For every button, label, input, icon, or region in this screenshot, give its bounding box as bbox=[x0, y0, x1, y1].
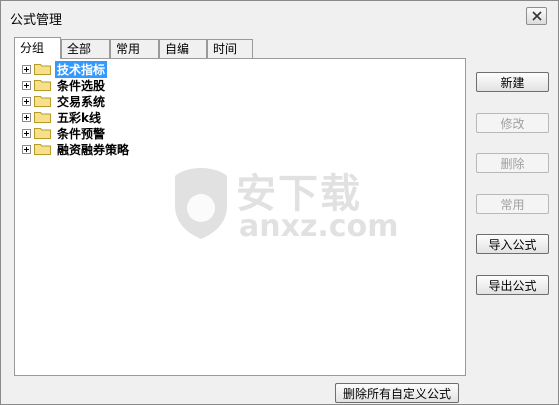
window-title: 公式管理 bbox=[10, 13, 63, 28]
tree-item-label: 条件预警 bbox=[57, 126, 106, 141]
tree-item-label: 五彩k线 bbox=[57, 110, 101, 125]
expand-icon[interactable] bbox=[22, 80, 31, 90]
expand-icon[interactable] bbox=[22, 144, 31, 154]
folder-icon bbox=[34, 96, 51, 107]
tab-all[interactable]: 全部 bbox=[61, 39, 110, 58]
import-formula-button[interactable]: 导入公式 bbox=[476, 234, 549, 254]
expand-icon[interactable] bbox=[22, 112, 31, 122]
tree-item-colored-kline[interactable]: 五彩k线 bbox=[22, 109, 103, 125]
tree-item-trading-system[interactable]: 交易系统 bbox=[22, 93, 107, 109]
new-button[interactable]: 新建 bbox=[476, 72, 549, 92]
folder-icon bbox=[34, 112, 51, 123]
common-button[interactable]: 常用 bbox=[476, 194, 549, 214]
folder-icon bbox=[34, 80, 51, 91]
tree-item-condition-alert[interactable]: 条件预警 bbox=[22, 125, 107, 141]
tree-item-label: 融资融券策略 bbox=[57, 142, 130, 157]
export-formula-button[interactable]: 导出公式 bbox=[476, 275, 549, 295]
formula-tree[interactable]: 技术指标 条件选股 交易系统 五彩k线 条件预警 融资融券策略 bbox=[14, 58, 466, 376]
expand-icon[interactable] bbox=[22, 64, 31, 74]
delete-all-custom-formulas-button[interactable]: 删除所有自定义公式 bbox=[335, 383, 459, 403]
tree-item-label: 交易系统 bbox=[57, 94, 106, 109]
close-icon bbox=[531, 11, 542, 21]
expand-icon[interactable] bbox=[22, 128, 31, 138]
tab-group[interactable]: 分组 bbox=[14, 37, 61, 59]
tab-custom[interactable]: 自编 bbox=[159, 39, 207, 58]
delete-button[interactable]: 删除 bbox=[476, 153, 549, 173]
folder-icon bbox=[34, 64, 51, 75]
tree-item-label: 条件选股 bbox=[57, 78, 106, 93]
tree-item-margin-trading-strategy[interactable]: 融资融券策略 bbox=[22, 141, 131, 157]
tree-item-label: 技术指标 bbox=[55, 60, 108, 78]
title-bar: 公式管理 bbox=[1, 1, 558, 33]
tree-item-technical-indicators[interactable]: 技术指标 bbox=[22, 60, 108, 78]
tree-item-stock-screening[interactable]: 条件选股 bbox=[22, 77, 107, 93]
folder-icon bbox=[34, 128, 51, 139]
formula-manager-dialog: 公式管理 分组 全部 常用 自编 时间 技术指标 条件选股 交易系统 五彩k线 … bbox=[0, 0, 559, 405]
folder-icon bbox=[34, 144, 51, 155]
expand-icon[interactable] bbox=[22, 96, 31, 106]
modify-button[interactable]: 修改 bbox=[476, 113, 549, 133]
close-button[interactable] bbox=[526, 7, 547, 25]
tab-time[interactable]: 时间 bbox=[207, 39, 253, 58]
tab-common[interactable]: 常用 bbox=[110, 39, 159, 58]
